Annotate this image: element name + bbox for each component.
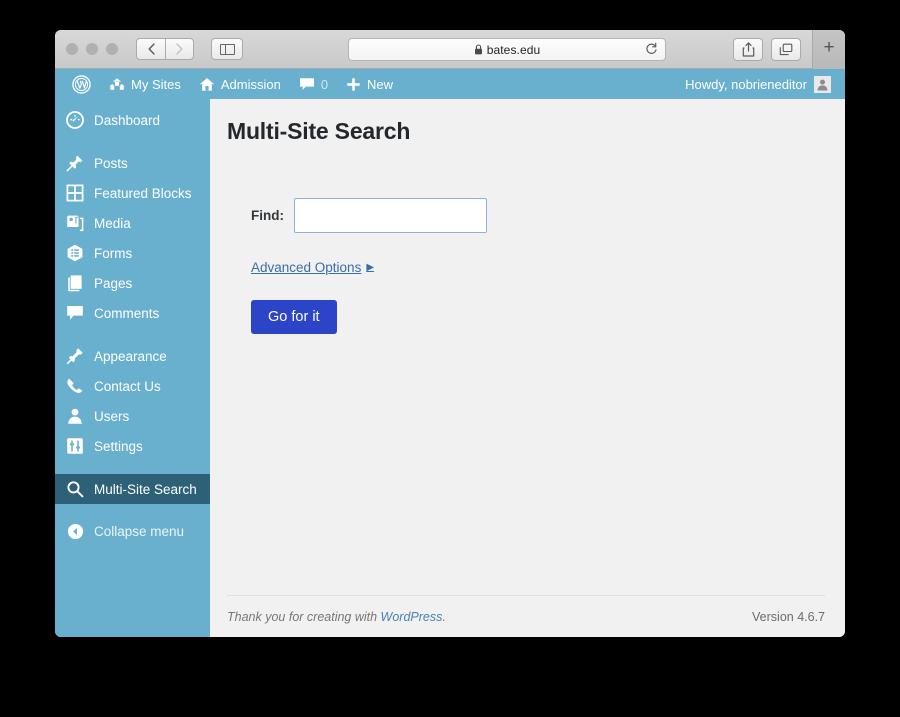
forward-button[interactable] <box>165 38 194 60</box>
comment-count-label: 0 <box>320 76 329 92</box>
find-field-row: Find: <box>251 198 825 233</box>
howdy-label: Howdy, nobrieneditor <box>685 76 807 92</box>
settings-icon <box>65 437 85 455</box>
dashboard-icon <box>65 111 85 129</box>
wordpress-logo-icon <box>72 74 91 94</box>
minimize-window-button[interactable] <box>86 43 98 55</box>
toolbar-right-tools <box>733 38 801 61</box>
forms-icon <box>65 244 85 262</box>
sidebar-item-dashboard[interactable]: Dashboard <box>55 105 210 135</box>
my-sites-label: My Sites <box>131 76 181 92</box>
sidebar-item-label: Settings <box>94 438 143 454</box>
show-tabs-button[interactable] <box>771 38 801 61</box>
find-input[interactable] <box>294 198 487 233</box>
comment-bubble-icon <box>299 78 314 90</box>
close-window-button[interactable] <box>66 43 78 55</box>
sidebar-item-label: Forms <box>94 245 133 261</box>
sidebar-item-label: Media <box>94 215 131 231</box>
pin-icon <box>65 154 85 172</box>
footer-credit: Thank you for creating with WordPress. <box>227 610 446 624</box>
wordpress-admin-bar: My Sites Admission 0 New Howdy, nobriene… <box>55 69 845 99</box>
phone-icon <box>65 377 85 395</box>
pages-icon <box>65 274 85 292</box>
submit-search-button[interactable]: Go for it <box>251 300 337 334</box>
sidebar-item-comments[interactable]: Comments <box>55 298 210 328</box>
maximize-window-button[interactable] <box>106 43 118 55</box>
sidebar-item-multi-site-search[interactable]: Multi-Site Search <box>55 474 210 504</box>
my-sites-icon <box>109 78 125 90</box>
home-icon <box>199 77 214 91</box>
sidebar-item-appearance[interactable]: Appearance <box>55 341 210 371</box>
site-name-label: Admission <box>220 76 281 92</box>
browser-window: bates.edu + My Sites Admission 0 New How… <box>55 30 845 637</box>
triangle-right-icon: ▶ <box>366 262 375 273</box>
sidebar-item-label: Appearance <box>94 348 167 364</box>
advanced-options-toggle[interactable]: Advanced Options ▶ <box>251 260 374 275</box>
sidebar-item-label: Dashboard <box>94 112 161 128</box>
admin-footer: Thank you for creating with WordPress. V… <box>227 595 825 637</box>
collapse-arrow-icon <box>65 523 85 540</box>
sidebar-item-label: Pages <box>94 275 133 291</box>
user-avatar-icon <box>814 75 831 93</box>
wordpress-link[interactable]: WordPress <box>381 610 443 624</box>
admin-sidebar-menu: Dashboard Posts Featured Blocks Media Forms P… <box>55 99 210 637</box>
site-name-menu[interactable]: Admission <box>190 69 290 99</box>
address-bar[interactable]: bates.edu <box>348 38 666 61</box>
sidebar-item-users[interactable]: Users <box>55 401 210 431</box>
navigation-buttons <box>136 38 194 60</box>
sidebar-item-forms[interactable]: Forms <box>55 238 210 268</box>
brush-icon <box>65 347 85 365</box>
search-icon <box>65 480 85 498</box>
main-content-area: Multi-Site Search Find: Advanced Options… <box>210 99 845 637</box>
reload-icon <box>646 42 657 54</box>
comment-icon <box>65 304 85 322</box>
share-icon <box>742 42 754 57</box>
url-text: bates.edu <box>486 42 541 57</box>
page-title: Multi-Site Search <box>227 118 411 144</box>
admin-body: Dashboard Posts Featured Blocks Media Forms P… <box>55 99 845 637</box>
user-icon <box>65 407 85 425</box>
footer-version: Version 4.6.7 <box>752 609 825 624</box>
browser-toolbar: bates.edu + <box>55 30 845 69</box>
sidebar-item-label: Multi-Site Search <box>94 481 197 497</box>
media-icon <box>65 214 85 232</box>
sidebar-item-featured-blocks[interactable]: Featured Blocks <box>55 178 210 208</box>
sidebar-toggle-icon <box>219 43 235 55</box>
plus-icon <box>347 77 360 91</box>
wordpress-logo-button[interactable] <box>63 69 100 99</box>
sidebar-item-label: Posts <box>94 155 128 171</box>
sidebar-item-label: Comments <box>94 305 160 321</box>
sidebar-item-label: Users <box>94 408 130 424</box>
show-tabs-icon <box>779 43 793 56</box>
multi-site-search-form: Find: Advanced Options ▶ Go for it <box>227 198 825 334</box>
back-button[interactable] <box>136 38 165 60</box>
footer-credit-prefix: Thank you for creating with <box>227 609 381 624</box>
advanced-options-label: Advanced Options <box>251 260 362 275</box>
lock-icon <box>474 44 483 55</box>
footer-credit-suffix: . <box>442 609 446 624</box>
chevron-right-icon <box>176 43 183 55</box>
sidebar-item-media[interactable]: Media <box>55 208 210 238</box>
sidebar-toggle-button[interactable] <box>211 38 243 60</box>
my-sites-menu[interactable]: My Sites <box>100 69 190 99</box>
new-content-menu[interactable]: New <box>337 69 402 99</box>
new-tab-button[interactable]: + <box>812 30 845 69</box>
new-label: New <box>367 76 394 92</box>
collapse-menu-button[interactable]: Collapse menu <box>55 516 210 546</box>
comments-menu[interactable]: 0 <box>290 69 337 99</box>
collapse-menu-label: Collapse menu <box>94 523 185 539</box>
find-label: Find: <box>251 208 284 223</box>
share-button[interactable] <box>733 38 763 61</box>
sidebar-item-contact-us[interactable]: Contact Us <box>55 371 210 401</box>
sidebar-item-settings[interactable]: Settings <box>55 431 210 461</box>
grid-icon <box>65 184 85 202</box>
window-controls <box>66 43 118 55</box>
account-menu[interactable]: Howdy, nobrieneditor <box>679 69 837 99</box>
reload-button[interactable] <box>645 42 658 57</box>
sidebar-item-label: Featured Blocks <box>94 185 192 201</box>
sidebar-item-pages[interactable]: Pages <box>55 268 210 298</box>
chevron-left-icon <box>148 43 155 55</box>
sidebar-item-posts[interactable]: Posts <box>55 148 210 178</box>
sidebar-item-label: Contact Us <box>94 378 161 394</box>
